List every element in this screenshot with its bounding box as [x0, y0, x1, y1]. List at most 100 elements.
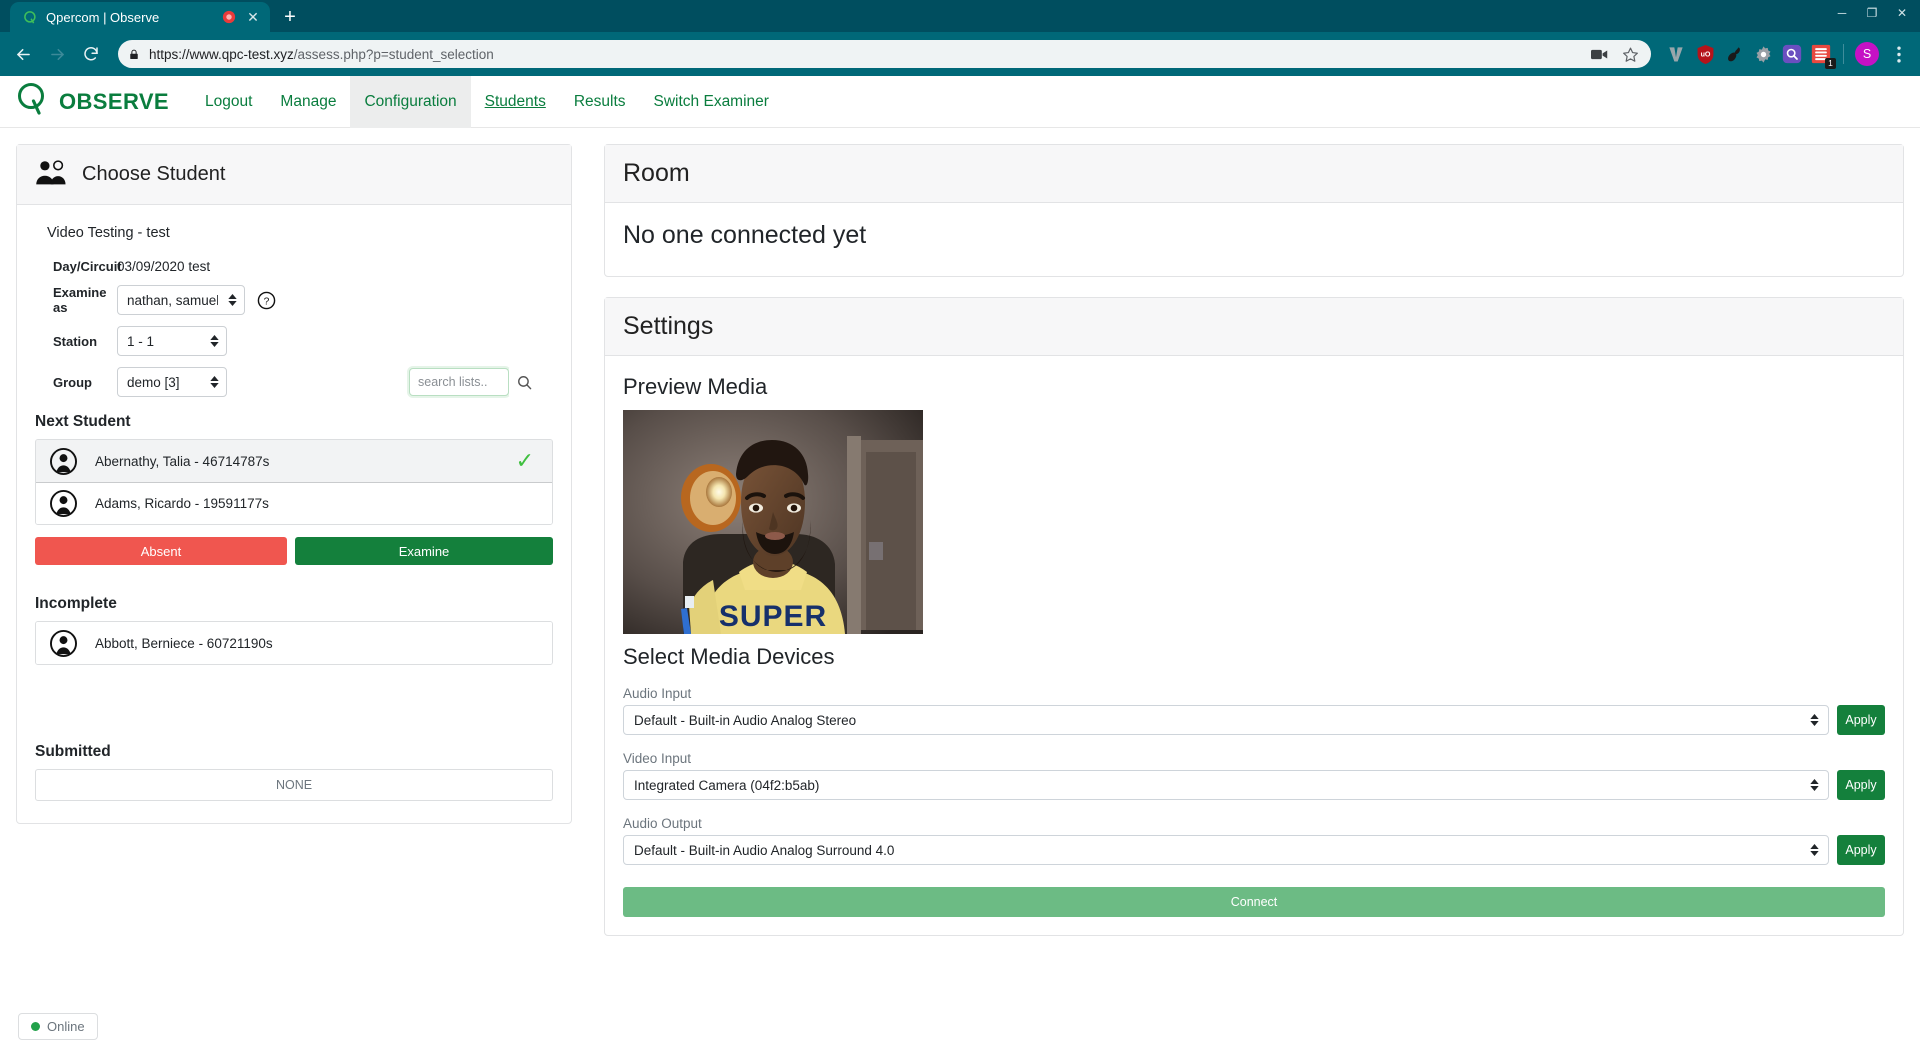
audio-output-label: Audio Output [623, 816, 702, 831]
maximize-icon[interactable]: ❐ [1858, 2, 1886, 24]
close-icon[interactable]: ✕ [1888, 2, 1916, 24]
room-header: Room [605, 145, 1903, 203]
person-avatar-icon [50, 629, 77, 657]
examine-as-label: Examine as [53, 285, 107, 315]
day-circuit-label: Day/Circuit [53, 259, 122, 274]
audio-input-row: Default - Built-in Audio Analog Stereo A… [623, 705, 1885, 735]
audio-output-apply-button[interactable]: Apply [1837, 835, 1885, 865]
nav-item-students[interactable]: Students [471, 76, 560, 128]
group-select-wrapper: demo [3] [117, 367, 227, 397]
status-badge: Online [18, 1013, 98, 1040]
choose-student-panel: Choose Student Video Testing - test Day/… [16, 144, 572, 1048]
search-input[interactable] [409, 368, 509, 396]
forward-arrow-icon [42, 39, 72, 69]
settings-gear-extension-icon[interactable] [1752, 43, 1774, 65]
tab-title: Qpercom | Observe [46, 9, 160, 25]
settings-card: Settings Preview Media SUPER Select Medi… [604, 297, 1904, 936]
list-item[interactable]: Adams, Ricardo - 19591177s [36, 482, 552, 524]
person-avatar-icon [50, 490, 77, 517]
back-arrow-icon[interactable] [8, 39, 38, 69]
svg-text:uO: uO [1700, 50, 1710, 58]
incomplete-list: Abbott, Berniece - 60721190s [35, 621, 553, 665]
list-item[interactable]: Abernathy, Talia - 46714787s ✓ [36, 440, 552, 482]
star-icon[interactable] [1619, 43, 1641, 65]
recording-indicator-icon [222, 10, 236, 24]
choose-student-header: Choose Student [17, 145, 571, 205]
lock-icon [128, 48, 140, 61]
status-label: Online [47, 1019, 85, 1034]
reload-icon[interactable] [76, 39, 106, 69]
extension-badge-count: 1 [1825, 58, 1836, 69]
station-select[interactable]: 1 - 1 [117, 326, 227, 356]
nav-item-manage[interactable]: Manage [266, 76, 350, 128]
absent-button[interactable]: Absent [35, 537, 287, 565]
new-tab-icon[interactable]: + [276, 3, 304, 31]
nav-links: Logout Manage Configuration Students Res… [191, 76, 783, 128]
student-name: Abbott, Berniece - 60721190s [95, 635, 273, 651]
svg-text:SUPER: SUPER [719, 600, 827, 633]
three-dot-menu-icon[interactable] [1886, 41, 1912, 67]
video-input-select-wrapper: Integrated Camera (04f2:b5ab) [623, 770, 1829, 800]
brand-name: OBSERVE [59, 88, 169, 114]
submitted-empty-label: NONE [275, 778, 313, 792]
day-circuit-row: Day/Circuit 03/09/2020 test [35, 259, 553, 274]
examine-button[interactable]: Examine [295, 537, 553, 565]
group-select[interactable]: demo [3] [117, 367, 227, 397]
day-circuit-value: 03/09/2020 test [117, 259, 211, 274]
question-mark-help-icon[interactable]: ? [257, 291, 276, 310]
nav-item-configuration[interactable]: Configuration [350, 76, 471, 128]
online-status-dot-icon [31, 1022, 40, 1031]
audio-output-select[interactable]: Default - Built-in Audio Analog Surround… [623, 835, 1829, 865]
address-bar[interactable]: https://www.qpc-test.xyz/assess.php?p=st… [118, 40, 1651, 68]
profile-avatar[interactable]: S [1855, 42, 1879, 66]
nav-item-switch-examiner[interactable]: Switch Examiner [640, 76, 783, 128]
choose-student-title: Choose Student [82, 163, 226, 185]
readwise-extension-icon[interactable]: 1 [1810, 43, 1836, 69]
examine-as-select[interactable]: nathan, samuel (you) [117, 285, 245, 315]
minimize-icon[interactable]: ─ [1828, 2, 1856, 24]
app-navbar: OBSERVE Logout Manage Configuration Stud… [0, 76, 1920, 128]
page-content: OBSERVE Logout Manage Configuration Stud… [0, 76, 1920, 1048]
student-name: Adams, Ricardo - 19591177s [95, 496, 269, 511]
q-observe-logo-icon [16, 82, 50, 121]
choose-student-card: Choose Student Video Testing - test Day/… [16, 144, 572, 824]
list-item[interactable]: Abbott, Berniece - 60721190s [36, 622, 552, 664]
video-input-row: Integrated Camera (04f2:b5ab) Apply [623, 770, 1885, 800]
group-label: Group [53, 374, 92, 390]
main-content: Choose Student Video Testing - test Day/… [0, 128, 1920, 1048]
ublock-origin-extension-icon[interactable]: uO [1694, 43, 1716, 65]
video-camera-icon[interactable] [1588, 43, 1610, 65]
checkmark-icon: ✓ [515, 448, 534, 473]
connect-button[interactable]: Connect [623, 887, 1885, 917]
search-lists-group [409, 368, 553, 396]
nav-item-logout[interactable]: Logout [191, 76, 266, 128]
search-icon[interactable] [509, 368, 539, 396]
nav-item-results[interactable]: Results [560, 76, 640, 128]
brand-logo[interactable]: OBSERVE [16, 82, 169, 121]
student-name: Abernathy, Talia - 46714787s [95, 453, 270, 469]
room-card: Room No one connected yet [604, 144, 1904, 277]
settings-body: Preview Media SUPER Select Media Devices… [605, 356, 1903, 935]
gnome-shell-extension-icon[interactable] [1723, 43, 1745, 65]
next-student-list: Abernathy, Talia - 46714787s ✓ Adams, Ri… [35, 439, 553, 525]
audio-input-apply-button[interactable]: Apply [1837, 705, 1885, 735]
audio-input-select-wrapper: Default - Built-in Audio Analog Stereo [623, 705, 1829, 735]
room-body: No one connected yet [605, 203, 1903, 276]
window-controls: ─ ❐ ✕ [1828, 2, 1916, 24]
video-input-select[interactable]: Integrated Camera (04f2:b5ab) [623, 770, 1829, 800]
preview-media-title: Preview Media [623, 374, 768, 399]
search-extension-icon[interactable] [1781, 43, 1803, 65]
select-media-devices-title: Select Media Devices [623, 644, 835, 669]
browser-tab[interactable]: Qpercom | Observe ✕ [10, 2, 270, 32]
station-select-wrapper: 1 - 1 [117, 326, 227, 356]
next-student-title: Next Student [35, 413, 131, 430]
audio-input-label: Audio Input [623, 686, 692, 701]
browser-window: Qpercom | Observe ✕ + ─ ❐ ✕ https://www.… [0, 0, 1920, 1048]
settings-title: Settings [623, 312, 714, 340]
video-input-apply-button[interactable]: Apply [1837, 770, 1885, 800]
svg-text:?: ? [264, 296, 270, 307]
vimium-extension-icon[interactable] [1665, 43, 1687, 65]
audio-input-select[interactable]: Default - Built-in Audio Analog Stereo [623, 705, 1829, 735]
close-icon[interactable]: ✕ [244, 8, 262, 26]
